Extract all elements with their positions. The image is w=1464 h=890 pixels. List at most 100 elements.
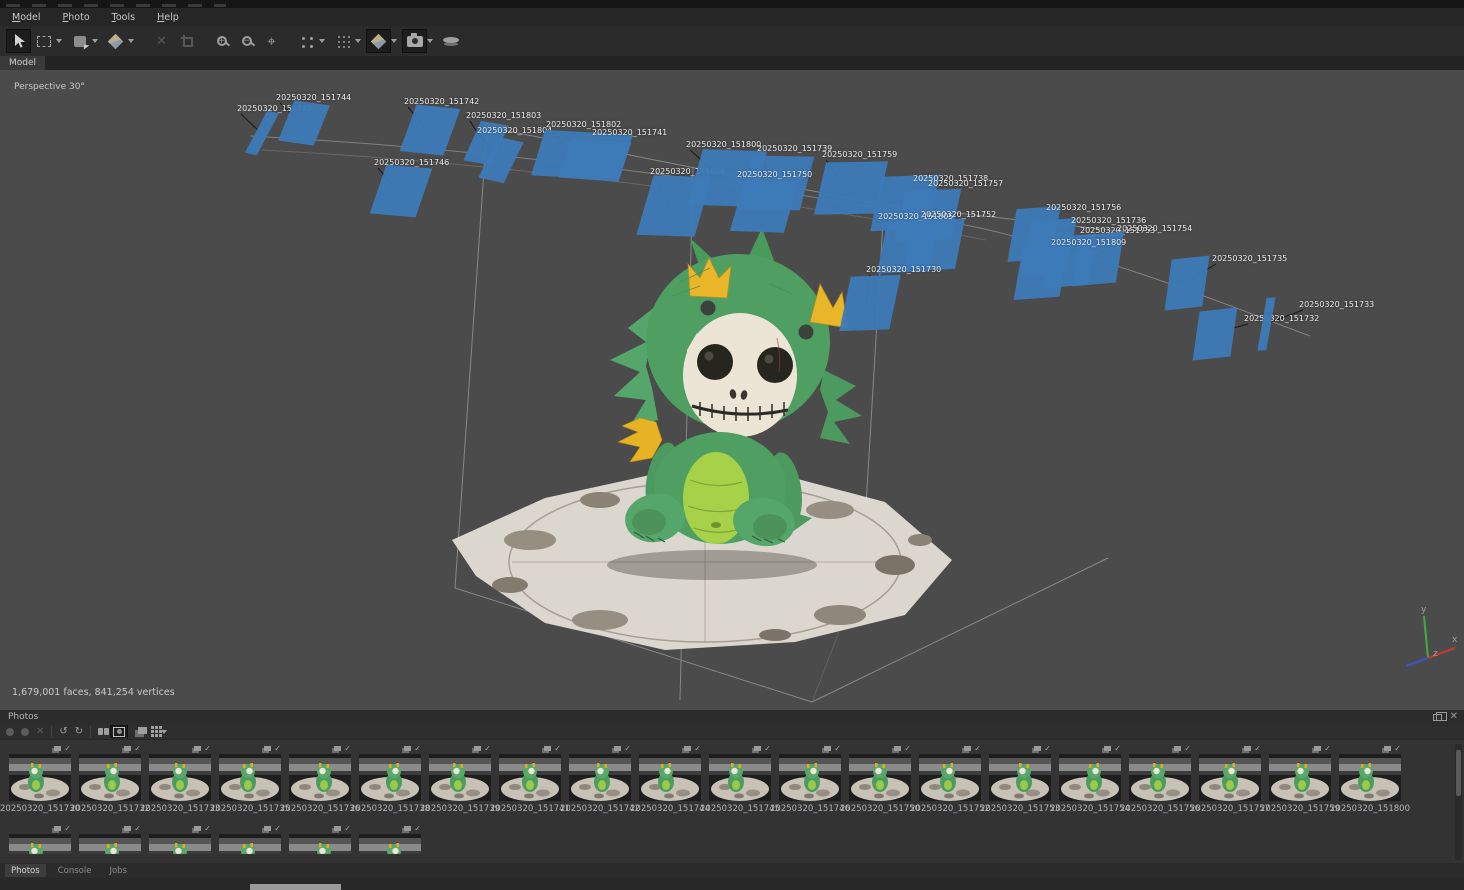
- thumbnail-badges: ✓: [1269, 745, 1331, 753]
- photo-thumbnail[interactable]: ✓: [5, 821, 75, 854]
- photos-panel: Photos ✕ ✕ ↺ ↻ ✓: [0, 710, 1464, 863]
- photo-thumbnail[interactable]: ✓ 20250320_151750: [845, 741, 915, 814]
- tab-model[interactable]: Model: [0, 56, 45, 70]
- zoom-out-button[interactable]: −: [234, 29, 259, 53]
- photo-thumbnail[interactable]: ✓ 20250320_151756: [1125, 741, 1195, 814]
- photo-thumbnail[interactable]: ✓ 20250320_151744: [635, 741, 705, 814]
- close-panel-icon[interactable]: ✕: [1450, 712, 1458, 722]
- region-dropdown-caret[interactable]: [92, 39, 98, 43]
- camera-plane[interactable]: [1257, 297, 1275, 350]
- photos-scrollbar[interactable]: [1455, 744, 1462, 860]
- photo-thumbnail[interactable]: ✓ 20250320_151735: [215, 741, 285, 814]
- camera-plane[interactable]: [1193, 308, 1238, 361]
- stack-icon: [404, 826, 411, 831]
- photo-thumbnail[interactable]: ✓ 20250320_151745: [705, 741, 775, 814]
- camera-plane[interactable]: [1014, 246, 1069, 300]
- image-view-button[interactable]: [110, 725, 128, 738]
- layers-view-button[interactable]: [135, 725, 147, 738]
- photo-thumbnail[interactable]: ✓ 20250320_151800: [1335, 741, 1405, 814]
- camera-plane[interactable]: [903, 218, 965, 271]
- stack-icon: [124, 826, 131, 831]
- filter-photos-button[interactable]: [98, 725, 103, 738]
- thumbnail-size-caret[interactable]: [161, 730, 167, 734]
- menu-tools[interactable]: Tools: [108, 10, 139, 25]
- dock-tab-console[interactable]: Console: [52, 864, 98, 877]
- camera-plane[interactable]: [245, 111, 279, 156]
- selection-dropdown-caret[interactable]: [56, 39, 62, 43]
- remove-cameras-button[interactable]: ✕: [36, 725, 44, 738]
- tie-points-button[interactable]: [330, 29, 355, 53]
- photos-panel-title: Photos: [8, 712, 38, 722]
- camera-plane[interactable]: [1165, 255, 1210, 310]
- zoom-in-icon: +: [217, 36, 227, 46]
- photo-thumbnail[interactable]: ✓ 20250320_151736: [285, 741, 355, 814]
- rotate-cw-button[interactable]: ↻: [75, 725, 83, 738]
- photo-thumbnail[interactable]: ✓ 20250320_151730: [5, 741, 75, 814]
- thumbnail-image: [849, 754, 911, 801]
- rectangle-selection-button[interactable]: [31, 29, 56, 53]
- photo-thumbnail[interactable]: ✓ 20250320_151739: [425, 741, 495, 814]
- photo-thumbnail[interactable]: ✓ 20250320_151741: [495, 741, 565, 814]
- menu-model[interactable]: Model: [8, 10, 45, 25]
- thumbnail-image: [1199, 754, 1261, 801]
- photo-thumbnail[interactable]: ✓: [145, 821, 215, 854]
- rotate-ccw-button[interactable]: ↺: [59, 725, 67, 738]
- float-panel-icon[interactable]: [1433, 714, 1442, 721]
- zoom-in-button[interactable]: +: [209, 29, 234, 53]
- disable-cameras-button[interactable]: [21, 725, 29, 738]
- photo-thumbnail[interactable]: ✓ 20250320_151759: [1265, 741, 1335, 814]
- thumbnail-image: [1059, 754, 1121, 801]
- photo-thumbnail[interactable]: ✓: [215, 821, 285, 854]
- photo-thumbnail[interactable]: ✓ 20250320_151733: [145, 741, 215, 814]
- crop-selection-button[interactable]: [174, 29, 199, 53]
- check-icon: ✓: [904, 745, 911, 753]
- viewport[interactable]: y x z 20250320_15174520250320_1517442025…: [0, 70, 1464, 710]
- show-cameras-button[interactable]: [402, 29, 427, 53]
- rotate-object-button[interactable]: [103, 29, 128, 53]
- photo-thumbnail[interactable]: ✓ 20250320_151754: [1055, 741, 1125, 814]
- shaded-model-caret[interactable]: [391, 39, 397, 43]
- menu-photo[interactable]: Photo: [59, 10, 94, 25]
- camera-label: 20250320_151757: [928, 179, 1003, 188]
- shaded-model-button[interactable]: [366, 29, 391, 53]
- dock-tab-photos[interactable]: Photos: [5, 864, 46, 877]
- thumbnail-label: 20250320_151754: [1050, 804, 1130, 814]
- rectangle-selection-icon: [37, 36, 51, 47]
- photo-thumbnail[interactable]: ✓ 20250320_151738: [355, 741, 425, 814]
- photo-thumbnail[interactable]: ✓ 20250320_151732: [75, 741, 145, 814]
- photo-thumbnail[interactable]: ✓: [285, 821, 355, 854]
- enable-cameras-button[interactable]: [6, 725, 14, 738]
- photo-thumbnail[interactable]: ✓ 20250320_151746: [775, 741, 845, 814]
- photo-thumbnail[interactable]: ✓ 20250320_151742: [565, 741, 635, 814]
- scrollbar-thumb[interactable]: [1456, 750, 1461, 796]
- point-cloud-button[interactable]: [294, 29, 319, 53]
- show-cameras-caret[interactable]: [427, 39, 433, 43]
- camera-label: 20250320_151746: [374, 158, 449, 167]
- resize-region-button[interactable]: [67, 29, 92, 53]
- delete-selection-button[interactable]: ✕: [149, 29, 174, 53]
- camera-label: 20250320_151800: [686, 140, 761, 149]
- stack-icon: [964, 746, 971, 751]
- photo-thumbnail[interactable]: ✓ 20250320_151753: [985, 741, 1055, 814]
- thumbnail-label: 20250320_151742: [560, 804, 640, 814]
- camera-plane[interactable]: [400, 104, 461, 155]
- photo-thumbnail[interactable]: ✓ 20250320_151752: [915, 741, 985, 814]
- thumbnail-badges: ✓: [499, 745, 561, 753]
- select-arrow-button[interactable]: [6, 29, 31, 53]
- rotate-dropdown-caret[interactable]: [128, 39, 134, 43]
- photo-thumbnail[interactable]: ✓: [355, 821, 425, 854]
- camera-label: 20250320_151730: [866, 265, 941, 274]
- photo-thumbnail[interactable]: ✓: [75, 821, 145, 854]
- tie-points-caret[interactable]: [355, 39, 361, 43]
- camera-plane[interactable]: [559, 138, 632, 181]
- photo-thumbnail[interactable]: ✓ 20250320_151757: [1195, 741, 1265, 814]
- camera-plane[interactable]: [839, 275, 901, 331]
- camera-plane[interactable]: [370, 165, 433, 218]
- center-view-button[interactable]: ⌖: [259, 29, 284, 53]
- point-cloud-caret[interactable]: [319, 39, 325, 43]
- dock-tab-jobs[interactable]: Jobs: [103, 864, 133, 877]
- ellipse-tool-button[interactable]: [438, 29, 463, 53]
- menu-help[interactable]: Help: [153, 10, 183, 25]
- thumbnail-badges: ✓: [1059, 745, 1121, 753]
- thumbnail-image: [9, 834, 71, 854]
